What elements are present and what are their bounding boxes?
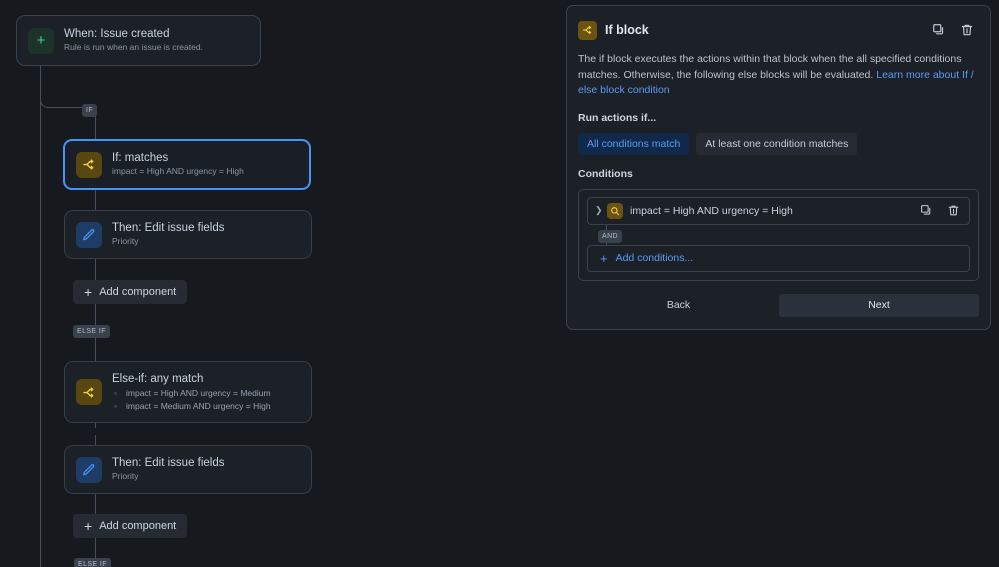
branch-icon (76, 379, 102, 405)
and-connector: AND (587, 225, 970, 245)
trigger-title: When: Issue created (64, 27, 203, 41)
conditions-label: Conditions (578, 168, 979, 180)
node-title: Then: Edit issue fields (112, 456, 225, 470)
plus-icon: + (600, 252, 608, 265)
node-bullet: impact = Medium AND urgency = High (112, 400, 271, 413)
node-subtitle: Priority (112, 235, 225, 248)
add-component-label: Add component (99, 520, 176, 532)
pencil-icon (76, 222, 102, 248)
panel-description: The if block executes the actions within… (578, 52, 979, 99)
node-subtitle: impact = High AND urgency = High (112, 165, 244, 178)
copy-icon[interactable] (917, 202, 935, 220)
condition-text: impact = High AND urgency = High (630, 205, 793, 217)
plus-icon: + (84, 519, 92, 533)
run-actions-options: All conditions match At least one condit… (578, 133, 979, 155)
and-label: AND (598, 230, 622, 243)
canvas-trunk-line (40, 60, 41, 567)
trash-icon[interactable] (958, 21, 976, 39)
next-button[interactable]: Next (779, 294, 979, 317)
panel-header-actions (930, 21, 979, 39)
node-card-else-if-any-match[interactable]: Else-if: any match impact = High AND urg… (64, 361, 312, 423)
node-title: Else-if: any match (112, 372, 271, 386)
add-conditions-button[interactable]: + Add conditions... (587, 245, 970, 272)
node-card-then-edit-1[interactable]: Then: Edit issue fields Priority (64, 210, 312, 259)
connector-pill-else-if-1: ELSE IF (73, 325, 110, 338)
if-block-details-panel: If block The if block executes the actio… (566, 5, 991, 330)
node-card-then-edit-2[interactable]: Then: Edit issue fields Priority (64, 445, 312, 494)
option-at-least-one-condition[interactable]: At least one condition matches (696, 133, 857, 155)
trigger-subtitle: Rule is run when an issue is created. (64, 41, 203, 54)
chevron-right-icon[interactable]: ❯ (595, 205, 607, 216)
back-button[interactable]: Back (578, 294, 779, 317)
search-icon (607, 203, 623, 219)
plus-icon: + (84, 285, 92, 299)
add-component-label: Add component (99, 286, 176, 298)
node-subtitle: Priority (112, 470, 225, 483)
trigger-card[interactable]: + When: Issue created Rule is run when a… (16, 15, 261, 66)
add-conditions-label: Add conditions... (616, 252, 694, 264)
trash-icon[interactable] (944, 202, 962, 220)
node-card-if-matches[interactable]: If: matches impact = High AND urgency = … (63, 139, 311, 190)
connector-pill-else-if-2: ELSE IF (74, 558, 111, 567)
node-title: Then: Edit issue fields (112, 221, 225, 235)
node-bullet: impact = High AND urgency = Medium (112, 387, 271, 400)
condition-actions (917, 202, 962, 220)
node-bullets: impact = High AND urgency = Medium impac… (112, 387, 271, 413)
rule-canvas[interactable]: + When: Issue created Rule is run when a… (0, 0, 560, 567)
panel-header: If block (578, 17, 979, 43)
node-title: If: matches (112, 151, 244, 165)
conditions-box: ❯ impact = High AND urgency = High (578, 189, 979, 281)
pencil-icon (76, 457, 102, 483)
copy-icon[interactable] (930, 21, 948, 39)
add-component-button-2[interactable]: + Add component (73, 514, 187, 538)
panel-title: If block (605, 23, 649, 37)
condition-row[interactable]: ❯ impact = High AND urgency = High (587, 197, 970, 225)
add-component-button-1[interactable]: + Add component (73, 280, 187, 304)
plus-icon: + (28, 28, 54, 54)
branch-icon (76, 152, 102, 178)
branch-icon (578, 21, 597, 40)
panel-footer: Back Next (578, 294, 979, 317)
option-all-conditions-match[interactable]: All conditions match (578, 133, 689, 155)
run-actions-label: Run actions if... (578, 112, 979, 124)
connector-pill-if: IF (82, 104, 97, 117)
